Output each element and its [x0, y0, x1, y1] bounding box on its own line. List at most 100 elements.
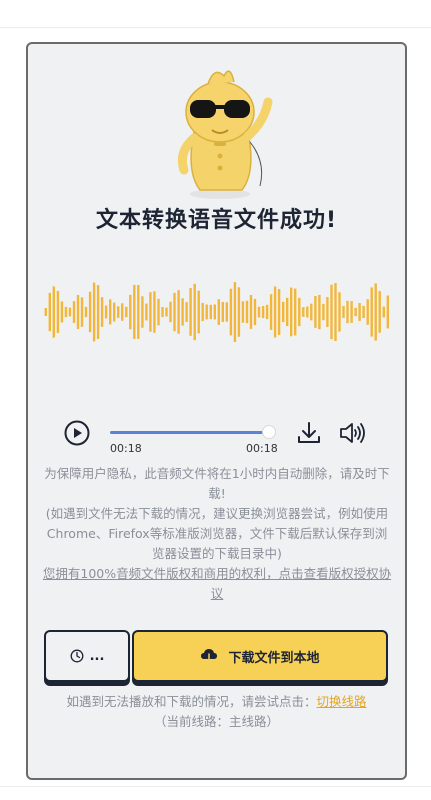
waveform-bar [253, 298, 257, 326]
waveform-bar [374, 283, 377, 341]
download-icon[interactable] [296, 420, 322, 446]
waveform-bar [310, 303, 313, 321]
history-label: ... [89, 648, 105, 664]
play-icon[interactable] [64, 420, 90, 446]
waveform-bar [64, 306, 68, 318]
waveform-bar [370, 287, 373, 337]
waveform-bar [72, 301, 76, 323]
waveform-bar [104, 305, 108, 319]
waveform-bar [366, 299, 369, 325]
waveform-bar [217, 299, 220, 325]
waveform-bar [80, 297, 84, 327]
waveform-bar [153, 291, 156, 333]
waveform-bar [326, 297, 329, 327]
waveform-bar [334, 283, 337, 341]
waveform-bar [286, 297, 289, 327]
waveform-bar [229, 288, 233, 336]
waveform-bar [197, 290, 200, 334]
progress-bar[interactable] [110, 431, 268, 434]
waveform-bar [193, 283, 196, 341]
waveform-bar [125, 306, 128, 318]
route-prompt: 如遇到无法播放和下载的情况，请尝试点击： [66, 694, 317, 709]
waveform-bar [237, 287, 241, 337]
waveform-bar [378, 291, 381, 333]
waveform-bar [257, 306, 261, 318]
waveform-bar [60, 301, 64, 323]
waveform-bar [346, 300, 349, 324]
waveform-bar [330, 284, 333, 340]
waveform-bar [245, 300, 249, 324]
duration-time: 00:18 [246, 442, 278, 455]
waveform-bar [181, 298, 184, 326]
history-button[interactable]: ... [44, 630, 130, 682]
waveform-bar [157, 298, 160, 326]
waveform-bar [177, 290, 180, 334]
waveform-bar [314, 296, 317, 328]
waveform-bar [277, 289, 281, 335]
waveform-bar [322, 303, 325, 321]
waveform-bar [121, 303, 124, 321]
waveform-bar [350, 301, 353, 323]
waveform-bar [221, 302, 224, 322]
waveform-bar [209, 304, 212, 320]
waveform-bar [133, 284, 136, 339]
waveform-bar [362, 305, 365, 318]
license-link[interactable]: 您拥有100%音频文件版权和商用的权利，点击查看版权授权协议 [42, 564, 392, 604]
waveform-bar [141, 296, 144, 328]
browser-tip: (如遇到文件无法下载的情况，建议更换浏览器尝试，例如使用Chrome、Firef… [45, 506, 389, 561]
mascot-illustration [177, 70, 273, 199]
waveform-bar [318, 294, 321, 330]
waveform-bar [282, 301, 285, 323]
cloud-download-icon [201, 649, 218, 664]
waveform-bar [169, 301, 172, 323]
waveform-bar [88, 291, 92, 333]
waveform-bar [173, 292, 176, 332]
waveform-bar [294, 288, 297, 336]
waveform-bar [302, 307, 305, 317]
waveform-bar [269, 294, 273, 330]
page-title: 文本转换语音文件成功! [95, 208, 338, 233]
waveform-bar [100, 297, 104, 327]
waveform-bar [48, 292, 51, 332]
top-bar [0, 0, 431, 28]
waveform-bar [241, 301, 245, 323]
current-route: （当前线路：主线路） [153, 714, 279, 729]
audio-player: 00:18 00:18 [54, 418, 384, 468]
privacy-text: 为保障用户隐私，此音频文件将在1小时内自动删除，请及时下载! [44, 466, 390, 501]
waveform-bar [338, 292, 341, 332]
waveform-bar [109, 299, 112, 325]
waveform-bar [96, 285, 100, 339]
waveform-bar [149, 292, 152, 332]
waveform-bar [145, 303, 148, 321]
waveform-bar [76, 295, 80, 329]
waveform-bar [354, 307, 357, 317]
waveform-bar [129, 294, 132, 330]
waveform-bar [117, 306, 120, 318]
waveform-bar [249, 295, 253, 329]
waveform-bar [185, 302, 188, 322]
waveform-bar [205, 304, 208, 320]
waveform-bar [265, 304, 269, 320]
waveform-bar [261, 306, 265, 319]
waveform-bar [225, 302, 228, 322]
progress-thumb[interactable] [262, 425, 276, 439]
waveform-bar [273, 286, 277, 338]
waveform-bar [382, 306, 385, 318]
bottom-divider [0, 786, 431, 787]
waveform-bar [137, 285, 140, 339]
switch-route-link[interactable]: 切换线路 [317, 694, 367, 709]
clock-icon [70, 649, 84, 663]
audio-waveform [44, 282, 389, 342]
waveform-bar [92, 282, 96, 342]
waveform-bar [56, 290, 60, 333]
download-button[interactable]: 下载文件到本地 [132, 630, 388, 682]
waveform-bar [68, 307, 72, 317]
waveform-bar [201, 302, 204, 322]
waveform-bar [165, 307, 168, 317]
waveform-bar [113, 302, 116, 322]
volume-icon[interactable] [338, 420, 366, 446]
waveform-bar [52, 286, 55, 338]
waveform-bar [189, 288, 192, 336]
waveform-bar [233, 282, 237, 342]
waveform-bar [306, 306, 309, 318]
